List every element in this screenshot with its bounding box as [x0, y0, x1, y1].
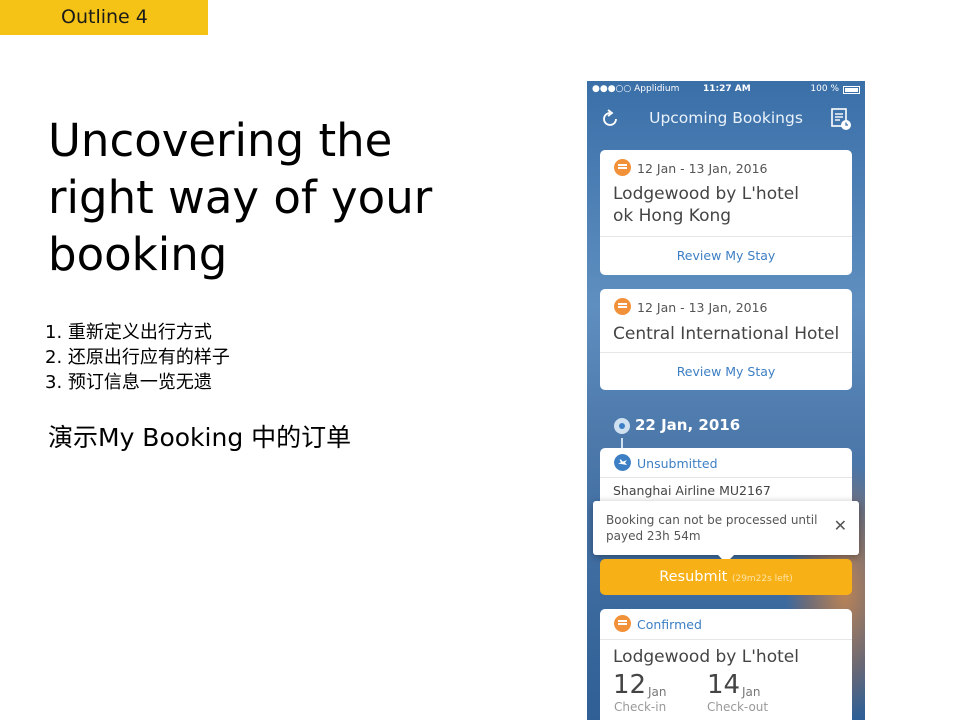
battery-percent: 100 %: [810, 84, 839, 94]
checkout-month: Jan: [742, 685, 761, 699]
key-points-list: 1. 重新定义出行方式 2. 还原出行应有的样子 3. 预订信息一览无遗: [45, 320, 230, 395]
slide-title: Uncovering the right way of your booking: [48, 112, 468, 283]
flight-card[interactable]: Unsubmitted Shanghai Airline MU2167: [600, 448, 852, 504]
carrier-signal: ●●●○○ Applidium: [592, 84, 680, 94]
payment-tooltip: Booking can not be processed until payed…: [593, 501, 859, 563]
battery-icon: [843, 86, 860, 94]
section-date: 22 Jan, 2016: [635, 416, 741, 434]
status-time: 11:27 AM: [703, 84, 751, 94]
nav-title: Upcoming Bookings: [649, 109, 803, 127]
title-line: right way of your: [48, 171, 433, 224]
key-point: 2. 还原出行应有的样子: [45, 347, 230, 368]
resubmit-timer: (29m22s left): [731, 574, 793, 584]
tooltip-text: Booking can not be processed until payed…: [606, 513, 818, 543]
calendar-list-icon[interactable]: [829, 107, 853, 131]
hotel-name-line: Central International Hotel: [613, 324, 840, 344]
hotel-icon: [614, 298, 631, 315]
hotel-name: Lodgewood by L'hotel ok Hong Kong: [613, 183, 799, 227]
checkin-day: 12: [613, 670, 647, 700]
title-line: Uncovering the: [48, 114, 393, 167]
checkin-label: Check-in: [614, 700, 667, 714]
booking-dates: 12 Jan - 13 Jan, 2016: [637, 161, 768, 176]
review-stay-link[interactable]: Review My Stay: [600, 248, 852, 263]
hotel-name-line: ok Hong Kong: [613, 206, 732, 226]
close-icon[interactable]: ✕: [834, 518, 847, 534]
hotel-name: Central International Hotel: [613, 323, 839, 345]
status-bar: ●●●○○ Applidium 11:27 AM 100 %: [587, 81, 865, 99]
title-line: booking: [48, 228, 228, 281]
booking-card[interactable]: 12 Jan - 13 Jan, 2016 Central Internatio…: [600, 289, 852, 390]
nav-bar: Upcoming Bookings: [587, 99, 865, 139]
key-point: 3. 预订信息一览无遗: [45, 372, 212, 393]
resubmit-label: Resubmit: [659, 569, 728, 585]
divider: [600, 352, 852, 353]
review-stay-link[interactable]: Review My Stay: [600, 364, 852, 379]
checkin-month: Jan: [648, 685, 667, 699]
hotel-name-line: Lodgewood by L'hotel: [613, 184, 799, 204]
hotel-icon: [614, 159, 631, 176]
outline-tag: Outline 4: [0, 0, 208, 35]
flight-status: Unsubmitted: [637, 456, 718, 471]
divider: [600, 639, 852, 640]
timeline-pin-icon: [614, 418, 630, 434]
divider: [600, 236, 852, 237]
checkout-label: Check-out: [707, 700, 769, 714]
airline-name: Shanghai Airline MU2167: [613, 483, 771, 498]
demo-caption: 演示My Booking 中的订单: [48, 423, 352, 452]
airplane-icon: [614, 454, 631, 471]
booking-dates: 12 Jan - 13 Jan, 2016: [637, 300, 768, 315]
booking-card[interactable]: 12 Jan - 13 Jan, 2016 Lodgewood by L'hot…: [600, 150, 852, 275]
booking-status: Confirmed: [637, 617, 702, 632]
confirmed-booking-card[interactable]: Confirmed Lodgewood by L'hotel 12 Jan Ch…: [600, 609, 852, 720]
key-point: 1. 重新定义出行方式: [45, 322, 212, 343]
checkout-day: 14: [707, 670, 741, 700]
phone-screenshot: ●●●○○ Applidium 11:27 AM 100 % Upcoming …: [587, 81, 865, 720]
divider: [600, 477, 852, 478]
hotel-icon: [614, 615, 631, 632]
resubmit-button[interactable]: Resubmit (29m22s left): [600, 559, 852, 595]
hotel-name: Lodgewood by L'hotel: [613, 647, 799, 667]
